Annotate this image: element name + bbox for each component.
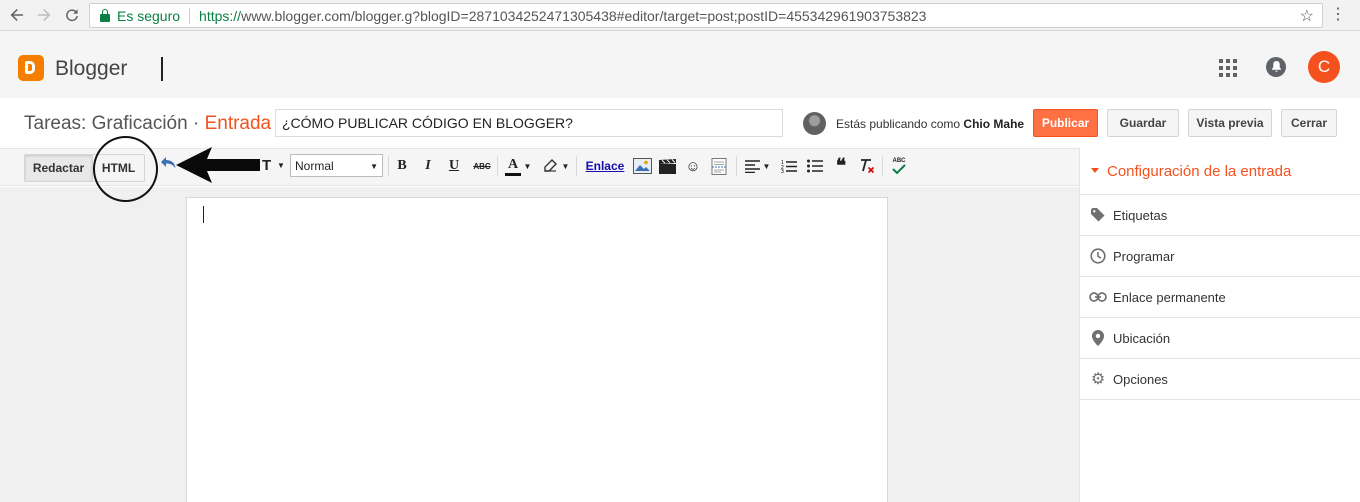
lock-icon xyxy=(100,8,110,22)
forward-icon[interactable] xyxy=(33,4,55,26)
align-caret-icon[interactable]: ▼ xyxy=(762,157,771,175)
sidebar-item-label: Opciones xyxy=(1113,371,1168,387)
annotation-arrow-icon xyxy=(176,147,260,183)
sidebar-item-permalink[interactable]: Enlace permanente xyxy=(1079,277,1360,318)
remove-formatting-icon[interactable] xyxy=(858,157,876,175)
highlight-color-icon[interactable] xyxy=(541,157,559,175)
sidebar-item-label: Programar xyxy=(1113,248,1175,264)
account-avatar[interactable]: C xyxy=(1308,51,1340,83)
text-color-button[interactable]: A xyxy=(505,157,521,176)
align-left-icon[interactable] xyxy=(744,157,760,175)
breadcrumb-blog[interactable]: Tareas: Graficación · xyxy=(24,113,205,134)
insert-video-icon[interactable] xyxy=(658,157,676,175)
font-size-select[interactable]: Normal ▼ xyxy=(290,154,383,177)
app-header: Blogger C xyxy=(0,31,1360,98)
insert-image-icon[interactable] xyxy=(632,157,652,175)
url-text: www.blogger.com/blogger.g?blogID=2871034… xyxy=(241,7,927,24)
apps-grid-icon[interactable] xyxy=(1219,59,1237,77)
blogger-logo-icon[interactable] xyxy=(18,55,44,81)
address-divider xyxy=(189,7,191,24)
page-break-icon[interactable] xyxy=(710,157,728,175)
breadcrumb-current: Entrada xyxy=(204,113,272,134)
sidebar-item-schedule[interactable]: Programar xyxy=(1079,236,1360,277)
toolbar-divider xyxy=(882,156,883,176)
bookmark-star-icon[interactable]: ☆ xyxy=(1300,6,1314,26)
location-pin-icon xyxy=(1089,330,1107,346)
sidebar-item-labels[interactable]: Etiquetas xyxy=(1079,195,1360,236)
collapse-triangle-icon xyxy=(1091,168,1099,173)
publishing-as-label: Estás publicando como xyxy=(836,117,961,131)
text-color-caret-icon[interactable]: ▼ xyxy=(523,157,532,175)
sidebar-item-label: Ubicación xyxy=(1113,330,1171,346)
publishing-as-text: Estás publicando como Chio Mahe xyxy=(836,117,1024,131)
font-size-value: Normal xyxy=(295,158,334,173)
toolbar-divider xyxy=(388,156,389,176)
post-settings-title: Configuración de la entrada xyxy=(1107,163,1292,180)
link-icon xyxy=(1089,292,1107,302)
emoji-icon[interactable]: ☺ xyxy=(684,157,702,175)
back-icon[interactable] xyxy=(6,4,28,26)
publish-button[interactable]: Publicar xyxy=(1033,109,1098,137)
highlight-caret-icon[interactable]: ▼ xyxy=(561,157,570,175)
save-button[interactable]: Guardar xyxy=(1107,109,1179,137)
bulleted-list-icon[interactable] xyxy=(806,157,824,175)
url-scheme: https:// xyxy=(199,7,242,24)
clock-icon xyxy=(1089,248,1107,264)
secure-label: Es seguro xyxy=(117,7,181,24)
font-family-icon[interactable]: T xyxy=(262,157,271,174)
user-name: Chio Mahe xyxy=(963,117,1025,131)
toolbar-divider xyxy=(736,156,737,176)
toolbar-divider xyxy=(497,156,498,176)
notifications-bell-icon[interactable] xyxy=(1266,57,1286,77)
preview-button[interactable]: Vista previa xyxy=(1188,109,1272,137)
annotation-circle xyxy=(93,136,158,202)
header-divider xyxy=(161,57,163,81)
reload-icon[interactable] xyxy=(61,4,83,26)
brand-name[interactable]: Blogger xyxy=(55,57,127,81)
sidebar-item-options[interactable]: ⚙ Opciones xyxy=(1079,359,1360,400)
user-avatar xyxy=(803,112,826,135)
sidebar-item-location[interactable]: Ubicación xyxy=(1079,318,1360,359)
browser-menu-icon[interactable]: ⋮ xyxy=(1330,4,1346,24)
text-cursor xyxy=(203,206,204,223)
bold-button[interactable]: B xyxy=(396,157,408,175)
spell-check-icon[interactable]: ABC xyxy=(890,157,908,175)
insert-link-button[interactable]: Enlace xyxy=(584,157,626,175)
post-title-input[interactable] xyxy=(275,109,783,137)
blockquote-icon[interactable]: ❝ xyxy=(832,156,850,177)
underline-button[interactable]: U xyxy=(448,157,460,175)
font-family-caret-icon[interactable]: ▼ xyxy=(277,161,285,170)
address-bar[interactable]: Es seguro https:// www.blogger.com/blogg… xyxy=(89,3,1323,28)
svg-text:3: 3 xyxy=(781,169,784,173)
post-body-editor[interactable] xyxy=(186,197,888,502)
strikethrough-button[interactable]: ABC xyxy=(472,157,492,175)
sidebar-item-label: Etiquetas xyxy=(1113,207,1168,223)
toolbar-divider xyxy=(576,156,577,176)
browser-toolbar: Es seguro https:// www.blogger.com/blogg… xyxy=(0,0,1360,31)
gear-icon: ⚙ xyxy=(1090,371,1106,388)
numbered-list-icon[interactable]: 123 xyxy=(780,157,798,175)
tab-compose[interactable]: Redactar xyxy=(24,154,93,182)
tag-icon xyxy=(1089,208,1107,222)
italic-button[interactable]: I xyxy=(422,157,434,175)
sidebar-item-label: Enlace permanente xyxy=(1113,289,1226,305)
undo-icon[interactable] xyxy=(161,155,177,175)
post-settings-header[interactable]: Configuración de la entrada xyxy=(1079,148,1360,195)
close-button[interactable]: Cerrar xyxy=(1281,109,1337,137)
breadcrumb: Tareas: Graficación · Entrada xyxy=(24,113,271,135)
chevron-down-icon: ▼ xyxy=(370,162,378,171)
post-title-bar: Tareas: Graficación · Entrada Estás publ… xyxy=(0,98,1360,148)
